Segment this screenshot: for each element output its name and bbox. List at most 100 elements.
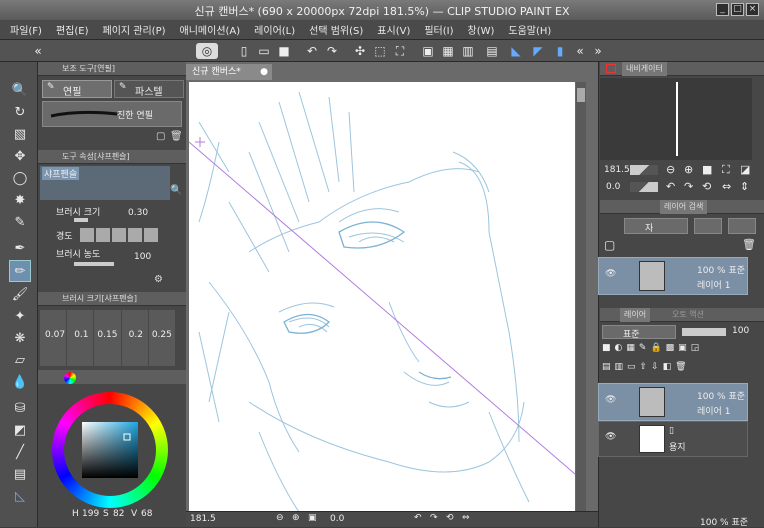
decoration-icon[interactable]: ❋: [9, 328, 31, 350]
eyedropper-icon[interactable]: ✎: [9, 212, 31, 234]
search-icon[interactable]: 🔍: [170, 185, 182, 196]
saturation-value[interactable]: 82: [113, 509, 124, 519]
save-icon[interactable]: ■: [276, 43, 292, 59]
layer-row-1[interactable]: 👁 100 % 표준 레이어 1: [598, 383, 748, 421]
close-button[interactable]: ×: [746, 3, 759, 16]
fill-icon[interactable]: ▣: [420, 43, 436, 59]
ruler-layer-icon[interactable]: ◲: [691, 343, 700, 359]
reference-layer-icon[interactable]: ▦: [626, 343, 635, 359]
reset-rotation-icon[interactable]: ⟲: [446, 513, 454, 523]
collapse-left-icon[interactable]: «: [30, 43, 46, 59]
nav-rotate-right-icon[interactable]: ↷: [684, 180, 693, 193]
menu-window[interactable]: 창(W): [468, 22, 495, 37]
layer-row-paper[interactable]: 👁 ▯ 용지: [598, 421, 748, 457]
reference-icon[interactable]: ▤: [484, 43, 500, 59]
tab-pencil[interactable]: 연필 ✎: [42, 80, 112, 98]
gradient-icon[interactable]: ◩: [9, 420, 31, 442]
ruler-icon[interactable]: ◣: [508, 43, 524, 59]
delete-subtool-icon[interactable]: 🗑: [170, 131, 183, 142]
undo-icon[interactable]: ↶: [304, 43, 320, 59]
rotate-left-icon[interactable]: ↶: [414, 513, 422, 523]
menu-file[interactable]: 파일(F): [10, 22, 42, 37]
opacity-value[interactable]: 100: [732, 326, 749, 336]
menu-animation[interactable]: 애니메이션(A): [180, 22, 241, 37]
ruler-tool-icon[interactable]: ◺: [9, 486, 31, 508]
layer-mask-add-icon[interactable]: ◧: [663, 362, 672, 378]
nav-vertical-flip-icon[interactable]: ⇕: [740, 180, 749, 193]
size-preset[interactable]: 0.25: [148, 310, 176, 366]
navigator-tab[interactable]: 내비게이터: [622, 62, 667, 76]
nav-flip-icon[interactable]: ◪: [740, 163, 750, 176]
frame-icon[interactable]: ▤: [9, 464, 31, 486]
new-folder-icon[interactable]: ▭: [627, 362, 636, 378]
layer-move-icon[interactable]: ✥: [9, 146, 31, 168]
nav-zoom-out-icon[interactable]: ⊖: [666, 163, 675, 176]
eraser-icon[interactable]: ▱: [9, 350, 31, 372]
brush-preset-item[interactable]: 진한 연필: [42, 101, 182, 127]
auto-action-tab[interactable]: 오토 액션: [672, 308, 704, 322]
lock-transparency-icon[interactable]: ▩: [666, 343, 675, 359]
nav-fit-icon[interactable]: ■: [702, 163, 712, 176]
color-wheel[interactable]: [52, 392, 168, 508]
menu-edit[interactable]: 편집(E): [56, 22, 89, 37]
menu-view[interactable]: 표시(V): [377, 22, 410, 37]
blend-tool-icon[interactable]: 💧: [9, 372, 31, 394]
visibility-eye-icon[interactable]: 👁: [605, 432, 616, 442]
convert-icon[interactable]: ▥: [460, 43, 476, 59]
zoom-tool-icon[interactable]: 🔍: [9, 80, 31, 102]
transfer-icon[interactable]: ⇧: [640, 362, 648, 378]
layer-tab[interactable]: 레이어: [620, 308, 651, 322]
rotate-slider[interactable]: [630, 182, 658, 192]
move-tool-icon[interactable]: ↻: [9, 102, 31, 124]
collapse-center-icon[interactable]: «: [572, 43, 588, 59]
blend-mode-select[interactable]: 표준: [602, 325, 676, 340]
collapse-right-icon[interactable]: »: [590, 43, 606, 59]
nav-fullscreen-icon[interactable]: ⛶: [722, 163, 730, 177]
status-angle[interactable]: 0.0: [330, 514, 344, 524]
nav-zoom-in-icon[interactable]: ⊕: [684, 163, 693, 176]
clip-studio-icon[interactable]: ◎: [196, 43, 218, 59]
new-vector-icon[interactable]: ▥: [615, 362, 624, 378]
draft-icon[interactable]: ✎: [639, 343, 647, 359]
transform-icon[interactable]: ✣: [352, 43, 368, 59]
rotate-right-icon[interactable]: ↷: [430, 513, 438, 523]
pen-tool-icon[interactable]: ✒: [9, 238, 31, 260]
airbrush-icon[interactable]: ✦: [9, 306, 31, 328]
opacity-slider[interactable]: [682, 328, 726, 336]
figure-icon[interactable]: ╱: [9, 442, 31, 464]
menu-page[interactable]: 페이지 관리(P): [103, 22, 166, 37]
menu-filter[interactable]: 필터(I): [424, 22, 453, 37]
size-preset[interactable]: 0.1: [67, 310, 94, 366]
zoom-slider[interactable]: [630, 165, 658, 175]
size-preset[interactable]: 0.2: [121, 310, 148, 366]
mask-icon[interactable]: ▣: [678, 343, 687, 359]
open-file-icon[interactable]: ▭: [256, 43, 272, 59]
delete-layer-icon[interactable]: 🗑: [675, 362, 686, 378]
layer-search-option[interactable]: [694, 218, 722, 234]
vertical-scrollbar[interactable]: [576, 82, 586, 512]
nav-horizontal-flip-icon[interactable]: ⇔: [722, 180, 731, 193]
drawing-canvas[interactable]: [189, 82, 575, 512]
layer-search-delete-icon[interactable]: 🗑: [742, 238, 756, 251]
tab-pastel[interactable]: 파스텔 ✎: [114, 80, 184, 98]
density-value[interactable]: 100: [134, 252, 151, 262]
brush-size-slider[interactable]: [74, 218, 88, 222]
copy-subtool-icon[interactable]: ▢: [156, 131, 165, 142]
operation-tool-icon[interactable]: ▧: [9, 124, 31, 146]
fill-tool-icon[interactable]: ⛁: [9, 398, 31, 420]
lock-icon[interactable]: ▮: [552, 43, 568, 59]
nav-rotate-left-icon[interactable]: ↶: [666, 180, 675, 193]
layer-color-icon[interactable]: ■: [602, 343, 611, 359]
hue-value[interactable]: 199: [82, 509, 99, 519]
snap-icon[interactable]: ◤: [530, 43, 546, 59]
new-raster-icon[interactable]: ▤: [602, 362, 611, 378]
merge-icon[interactable]: ⇩: [651, 362, 659, 378]
menu-selection[interactable]: 선택 범위(S): [309, 22, 363, 37]
layer-search-filter[interactable]: 자: [624, 218, 688, 234]
menu-layer[interactable]: 레이어(L): [254, 22, 295, 37]
pencil-tool-icon[interactable]: ✏: [9, 260, 31, 282]
brush-size-value[interactable]: 0.30: [128, 208, 148, 218]
close-tab-icon[interactable]: ●: [260, 64, 268, 80]
layer-search-tab[interactable]: 레이어 검색: [660, 200, 708, 214]
new-file-icon[interactable]: ▯: [236, 43, 252, 59]
